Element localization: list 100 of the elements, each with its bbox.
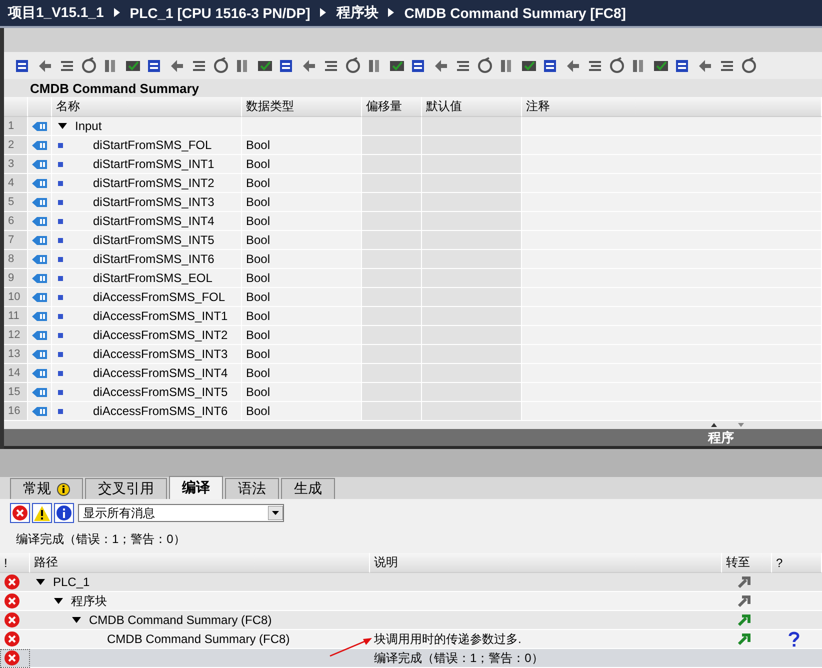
data-type: Bool — [246, 271, 270, 286]
bullet-icon — [58, 390, 63, 395]
toolbar-icon[interactable] — [80, 56, 99, 74]
data-type: Bool — [246, 385, 270, 400]
parameter-icon — [32, 330, 48, 341]
parameter-icon — [32, 140, 48, 151]
toolbar-icon[interactable] — [608, 56, 627, 74]
parameter-name: diAccessFromSMS_INT5 — [93, 385, 228, 400]
error-filter-button[interactable] — [10, 503, 30, 524]
data-type: Bool — [246, 157, 270, 172]
caret-icon — [268, 506, 283, 520]
column-header[interactable]: 数据类型 — [242, 97, 362, 118]
expand-triangle-icon[interactable] — [54, 598, 63, 605]
parameter-name: diAccessFromSMS_INT3 — [93, 347, 228, 362]
expand-triangle-icon[interactable] — [58, 122, 67, 130]
column-header[interactable]: 默认值 — [422, 97, 522, 118]
bullet-icon — [58, 294, 63, 300]
parameter-name: diStartFromSMS_INT1 — [93, 157, 214, 172]
parameter-name: Input — [75, 119, 102, 134]
message-path[interactable]: 程序块 — [71, 592, 107, 610]
parameter-icon — [32, 348, 48, 360]
tab[interactable]: 编译 — [169, 476, 223, 500]
parameter-icon — [32, 272, 48, 284]
parameter-name: diStartFromSMS_FOL — [93, 138, 212, 152]
goto-arrow-icon[interactable] — [738, 614, 751, 627]
breadcrumb-item[interactable]: PLC_1 [CPU 1516-3 PN/DP] — [130, 4, 310, 21]
expand-triangle-icon[interactable] — [72, 616, 81, 624]
parameter-name: diAccessFromSMS_INT6 — [93, 404, 228, 418]
message-description: 编译完成（错误：1；警告：0） — [374, 650, 544, 667]
breadcrumb-item[interactable]: CMDB Command Summary [FC8] — [404, 4, 626, 21]
bullet-icon — [58, 180, 63, 186]
row-number: 10 — [8, 291, 20, 304]
message-path[interactable]: PLC_1 — [53, 575, 90, 590]
tab[interactable]: 常规 — [10, 478, 83, 500]
data-type: Bool — [246, 290, 270, 304]
toolbar-icon[interactable] — [344, 56, 363, 74]
tab[interactable]: 语法 — [225, 478, 279, 500]
row-number: 15 — [8, 386, 20, 398]
annotation-arrow — [328, 636, 374, 658]
bullet-icon — [58, 238, 63, 243]
message-path[interactable]: CMDB Command Summary (FC8) — [107, 632, 290, 646]
toolbar-icon[interactable] — [740, 56, 759, 74]
parameter-icon — [32, 120, 48, 132]
column-header[interactable]: 说明 — [370, 553, 722, 574]
goto-arrow-icon[interactable] — [738, 576, 751, 589]
breadcrumb-arrow-icon — [388, 8, 394, 18]
parameter-name: diStartFromSMS_INT5 — [93, 233, 214, 248]
row-number: 3 — [8, 158, 14, 170]
parameter-name: diStartFromSMS_INT2 — [93, 176, 214, 190]
scroll-bar[interactable] — [4, 421, 822, 430]
goto-arrow-icon[interactable] — [738, 594, 751, 608]
column-header[interactable]: 转至 — [722, 553, 772, 574]
data-type: Bool — [246, 176, 270, 190]
bullet-icon — [58, 142, 63, 148]
data-type: Bool — [246, 347, 270, 362]
parameter-icon — [32, 216, 48, 227]
column-header[interactable]: ? — [772, 553, 822, 574]
column-header[interactable]: 名称 — [52, 97, 242, 118]
block-title: CMDB Command Summary — [30, 80, 200, 96]
parameter-icon — [32, 310, 48, 322]
parameter-icon — [32, 292, 48, 303]
help-icon[interactable] — [788, 631, 800, 648]
toolbar-icon[interactable] — [476, 56, 495, 74]
data-type: Bool — [246, 233, 270, 248]
bullet-icon — [58, 200, 63, 205]
column-header[interactable]: 路径 — [30, 553, 370, 574]
warning-filter-button[interactable] — [32, 503, 52, 524]
message-filter-dropdown[interactable]: 显示所有消息 — [78, 504, 284, 522]
row-number: 13 — [8, 348, 20, 360]
tab[interactable]: 交叉引用 — [85, 478, 167, 500]
column-header[interactable]: ! — [0, 553, 30, 574]
column-header[interactable]: 偏移量 — [362, 97, 422, 118]
bullet-icon — [58, 256, 63, 262]
data-type: Bool — [246, 214, 270, 228]
parameter-name: diStartFromSMS_INT3 — [93, 195, 214, 210]
expand-triangle-icon[interactable] — [36, 578, 45, 586]
editor-section-label: 程序 — [708, 428, 734, 447]
parameter-icon — [32, 178, 48, 189]
breadcrumb-arrow-icon — [320, 8, 326, 18]
parameter-name: diAccessFromSMS_INT2 — [93, 328, 228, 342]
parameter-icon — [32, 386, 48, 398]
parameter-name: diStartFromSMS_EOL — [93, 271, 212, 286]
breadcrumb-item[interactable]: 程序块 — [336, 4, 378, 22]
message-path[interactable]: CMDB Command Summary (FC8) — [89, 613, 272, 628]
data-type: Bool — [246, 309, 270, 324]
bullet-icon — [58, 332, 63, 338]
toolbar-icon[interactable] — [212, 56, 231, 74]
tab[interactable]: 生成 — [281, 478, 335, 500]
parameter-icon — [32, 406, 48, 417]
goto-arrow-icon[interactable] — [738, 632, 751, 646]
row-number: 4 — [8, 177, 14, 190]
info-filter-button[interactable] — [54, 503, 74, 524]
table-cell — [362, 117, 422, 136]
breadcrumb-item[interactable]: 项目1_V15.1_1 — [8, 4, 104, 22]
row-number: 5 — [8, 196, 14, 208]
row-number: 11 — [8, 310, 20, 322]
data-type: Bool — [246, 366, 270, 380]
parameter-name: diStartFromSMS_INT6 — [93, 252, 214, 266]
parameter-icon — [32, 368, 48, 379]
column-header[interactable]: 注释 — [522, 97, 822, 118]
